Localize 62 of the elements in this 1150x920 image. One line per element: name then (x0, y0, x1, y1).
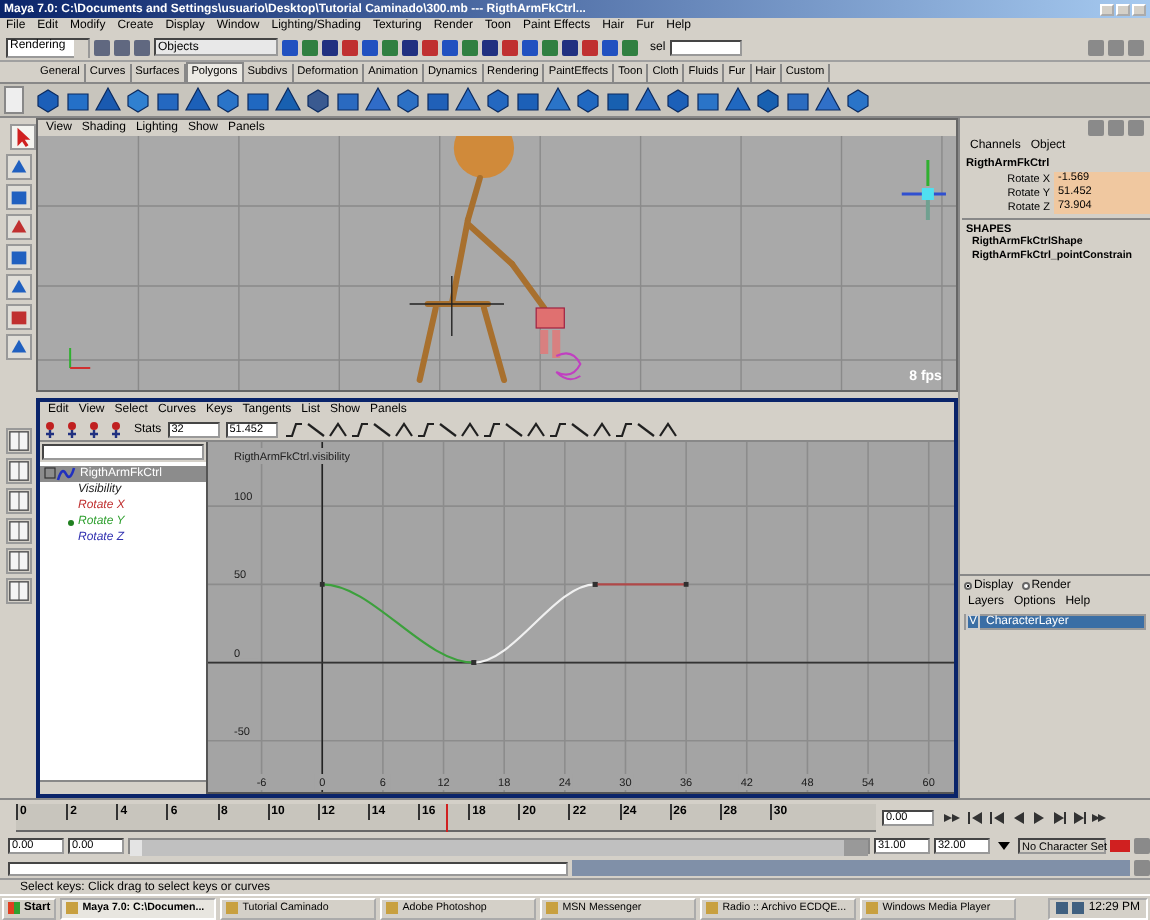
keyframe-marker[interactable] (319, 581, 325, 587)
polygon-tool-icon[interactable] (94, 86, 122, 114)
tangent-icon[interactable] (503, 419, 524, 439)
tool-icon[interactable] (5, 334, 31, 360)
tangent-icon[interactable] (371, 419, 392, 439)
polygon-tool-icon[interactable] (34, 86, 62, 114)
caret-icon[interactable] (998, 842, 1010, 850)
tangent-icon[interactable] (547, 419, 568, 439)
polygon-tool-icon[interactable] (484, 86, 512, 114)
tangent-icon[interactable] (525, 419, 546, 439)
tool-icon[interactable] (5, 214, 31, 240)
tangent-icon[interactable] (459, 419, 480, 439)
curve-icon (44, 466, 76, 482)
tangent-icon[interactable] (635, 419, 656, 439)
polygon-tool-icon[interactable] (814, 86, 842, 114)
axis-icon (69, 347, 92, 369)
tangent-icon[interactable] (327, 419, 348, 439)
axis-gizmo-icon (901, 160, 946, 220)
tangent-icon[interactable] (569, 419, 590, 439)
polygon-tool-icon[interactable] (214, 86, 242, 114)
polygon-tool-icon[interactable] (124, 86, 152, 114)
polygon-tool-icon[interactable] (364, 86, 392, 114)
tangent-icon[interactable] (437, 419, 458, 439)
filter-field[interactable] (42, 444, 204, 460)
polygon-tool-icon[interactable] (304, 86, 332, 114)
polygon-tool-icon[interactable] (394, 86, 422, 114)
layout-icon[interactable] (5, 578, 31, 604)
keyframe-marker[interactable] (683, 581, 689, 587)
tangent-icon[interactable] (657, 419, 678, 439)
tool-icon[interactable] (5, 154, 31, 180)
tangent-icon[interactable] (393, 419, 414, 439)
command-field[interactable] (8, 861, 568, 875)
polygon-tool-icon[interactable] (274, 86, 302, 114)
layout-icon[interactable] (5, 548, 31, 574)
tangent-icon[interactable] (305, 419, 326, 439)
tangent-icon[interactable] (591, 419, 612, 439)
tool-icon[interactable] (5, 184, 31, 210)
polygon-tool-icon[interactable] (724, 86, 752, 114)
current-time-marker[interactable] (446, 803, 448, 831)
polygon-tool-icon[interactable] (574, 86, 602, 114)
tangent-icon[interactable] (415, 419, 436, 439)
shelf-scroll-icon[interactable] (4, 86, 24, 114)
tangent-icon[interactable] (613, 419, 634, 439)
tangent-icon[interactable] (481, 419, 502, 439)
tangent-icon[interactable] (349, 419, 370, 439)
layout-icon[interactable] (5, 518, 31, 544)
tool-icon[interactable] (5, 274, 31, 300)
polygon-tool-icon[interactable] (754, 86, 782, 114)
tool-icon[interactable] (5, 304, 31, 330)
layout-icon[interactable] (5, 488, 31, 514)
layout-icon[interactable] (5, 458, 31, 484)
polygon-tool-icon[interactable] (454, 86, 482, 114)
tool-icon[interactable] (5, 244, 31, 270)
range-slider[interactable] (130, 840, 868, 856)
tangent-icon[interactable] (283, 419, 304, 439)
polygon-tool-icon[interactable] (664, 86, 692, 114)
polygon-tool-icon[interactable] (184, 86, 212, 114)
polygon-tool-icon[interactable] (544, 86, 572, 114)
quick-select-field[interactable] (669, 39, 742, 55)
layout-icon[interactable] (5, 428, 31, 454)
polygon-tool-icon[interactable] (844, 86, 872, 114)
polygon-tool-icon[interactable] (634, 86, 662, 114)
